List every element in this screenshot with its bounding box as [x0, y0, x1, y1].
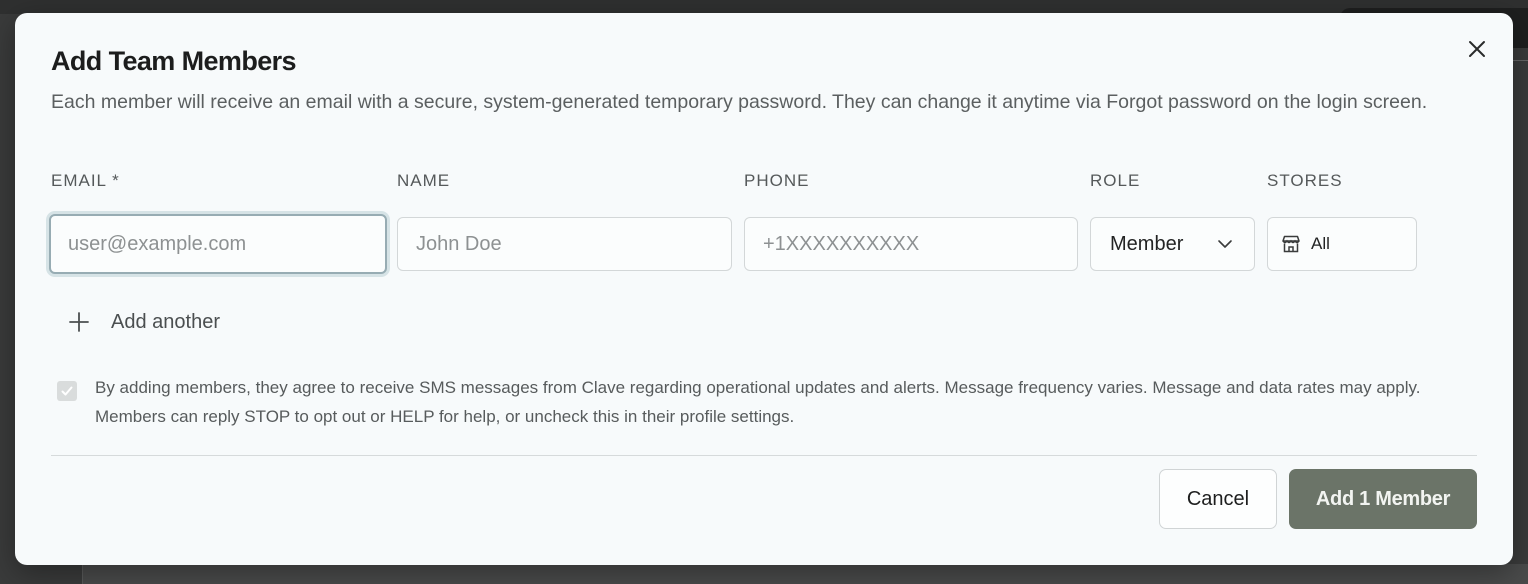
chevron-down-icon	[1218, 240, 1232, 248]
close-icon	[1469, 41, 1485, 57]
add-another-label: Add another	[111, 310, 220, 333]
stores-select-button[interactable]: All	[1267, 217, 1417, 271]
store-icon	[1282, 235, 1300, 253]
add-another-button[interactable]: Add another	[65, 302, 220, 342]
sms-consent-text: By adding members, they agree to receive…	[95, 378, 1421, 426]
backdrop-footer	[82, 564, 1528, 584]
close-button[interactable]	[1465, 37, 1489, 61]
dialog-title: Add Team Members	[51, 46, 297, 76]
plus-icon	[69, 312, 89, 332]
cancel-button[interactable]: Cancel	[1159, 469, 1277, 529]
email-column-label: EMAIL *	[51, 171, 120, 190]
role-select-value: Member	[1110, 232, 1184, 255]
check-icon	[61, 386, 73, 396]
backdrop	[0, 0, 1528, 14]
email-field[interactable]	[49, 214, 387, 274]
name-column-label: NAME	[397, 171, 451, 190]
phone-field[interactable]	[744, 217, 1078, 271]
sms-consent-checkbox[interactable]	[57, 381, 77, 401]
add-team-members-dialog: Add Team Members Each member will receiv…	[15, 13, 1513, 565]
role-column-label: ROLE	[1090, 171, 1141, 190]
add-member-button[interactable]: Add 1 Member	[1289, 469, 1477, 529]
footer-divider	[51, 455, 1477, 456]
name-field[interactable]	[397, 217, 732, 271]
stores-select-value: All	[1311, 234, 1330, 253]
role-select[interactable]: Member	[1090, 217, 1255, 271]
phone-column-label: PHONE	[744, 171, 810, 190]
stores-column-label: STORES	[1267, 171, 1343, 190]
dialog-description: Each member will receive an email with a…	[51, 91, 1428, 113]
